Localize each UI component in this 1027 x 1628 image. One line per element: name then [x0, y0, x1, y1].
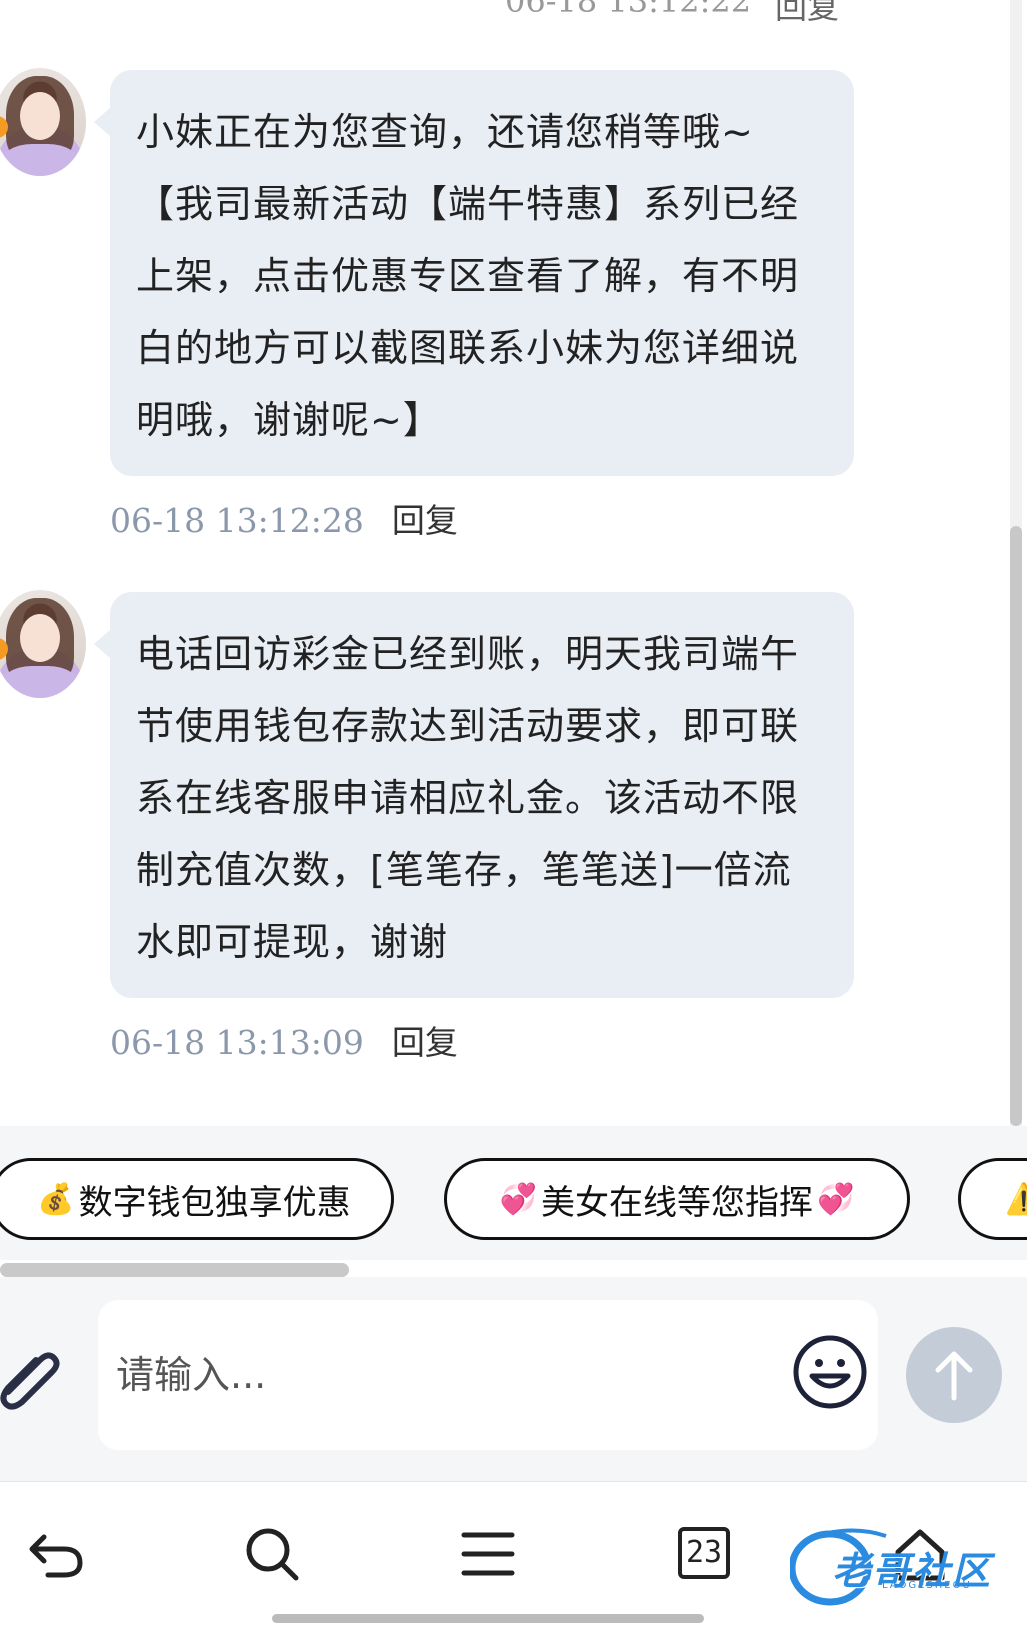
warning-icon: ⚠️: [1005, 1181, 1027, 1217]
quick-reply-wallet-offer[interactable]: 💰 数字钱包独享优惠: [0, 1158, 394, 1240]
message-meta: 06-18 13:13:09 回复: [110, 1016, 458, 1064]
message-meta: 06-18 13:12:28 回复: [110, 494, 458, 542]
back-icon[interactable]: [24, 1522, 88, 1586]
paperclip-icon[interactable]: [0, 1330, 64, 1410]
previous-message-timestamp: 06-18 13:12:22: [505, 0, 752, 20]
menu-icon[interactable]: [456, 1522, 520, 1586]
message-timestamp: 06-18 13:12:28: [110, 501, 364, 540]
reply-link[interactable]: 回复: [392, 501, 458, 540]
money-bag-icon: 💰: [37, 1181, 75, 1217]
message-text: 小妹正在为您查询，还请您稍等哦~【我司最新活动【端午特惠】系列已经上架，点击优惠…: [136, 110, 800, 442]
smiley-icon[interactable]: [792, 1334, 868, 1410]
search-icon[interactable]: [240, 1522, 304, 1586]
quick-reply-label: 数字钱包独享优惠: [78, 1182, 351, 1223]
send-button[interactable]: [906, 1327, 1002, 1423]
scrollbar-thumb[interactable]: [1010, 526, 1022, 1126]
hearts-icon: 💞: [817, 1181, 855, 1217]
message-timestamp: 06-18 13:13:09: [110, 1023, 364, 1062]
quick-reply-label: 美女在线等您指挥: [541, 1182, 813, 1223]
message-bubble: 电话回访彩金已经到账，明天我司端午节使用钱包存款达到活动要求，即可联系在线客服申…: [94, 592, 854, 998]
system-home-indicator[interactable]: [272, 1614, 704, 1623]
agent-avatar[interactable]: [0, 68, 86, 176]
horizontal-scrollbar[interactable]: [0, 1263, 349, 1277]
quick-reply-beauty-online[interactable]: 💞 美女在线等您指挥 💞: [444, 1158, 910, 1240]
message-bubble: 小妹正在为您查询，还请您稍等哦~【我司最新活动【端午特惠】系列已经上架，点击优惠…: [94, 70, 854, 476]
agent-avatar[interactable]: [0, 590, 86, 698]
reply-link[interactable]: 回复: [392, 1023, 458, 1062]
message-input-box[interactable]: [98, 1300, 878, 1450]
previous-reply-link[interactable]: 回复: [775, 0, 839, 28]
hearts-icon: 💞: [499, 1181, 537, 1217]
watermark-subtext: LAOGESHEOU: [882, 1580, 972, 1591]
send-arrow-icon: [935, 1351, 973, 1401]
message-text: 电话回访彩金已经到账，明天我司端午节使用钱包存款达到活动要求，即可联系在线客服申…: [136, 632, 800, 964]
message-input[interactable]: [114, 1344, 738, 1406]
tabs-icon[interactable]: 23: [678, 1527, 730, 1579]
